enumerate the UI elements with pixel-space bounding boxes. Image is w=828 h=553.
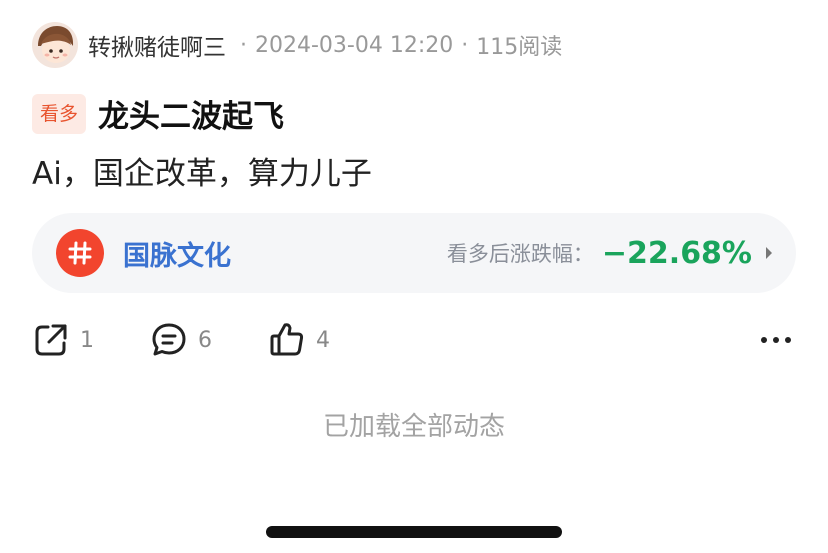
chevron-right-icon[interactable]: [764, 246, 774, 260]
avatar[interactable]: [32, 22, 78, 68]
home-indicator[interactable]: [266, 526, 562, 538]
share-count: 1: [80, 327, 94, 353]
hash-icon: [56, 229, 104, 277]
share-button[interactable]: 1: [32, 321, 94, 359]
all-loaded-text: 已加载全部动态: [322, 412, 505, 442]
like-count: 4: [316, 327, 330, 353]
comment-count: 6: [198, 327, 212, 353]
comment-button[interactable]: 6: [150, 321, 212, 359]
view-count: 115阅读: [476, 35, 563, 60]
thumbs-up-icon: [270, 323, 304, 356]
share-icon: [35, 324, 67, 356]
meta-separator: ·: [461, 32, 469, 58]
sentiment-badge: 看多: [32, 93, 87, 134]
post-date: 2024-03-04 12:20: [255, 32, 454, 58]
more-dots-icon: [761, 337, 791, 343]
change-label: 看多后涨跌幅：: [446, 242, 594, 266]
stock-change: 看多后涨跌幅： −22.68%: [447, 236, 774, 271]
meta-separator: ·: [240, 32, 247, 58]
author-name[interactable]: 转揪赌徒啊三: [88, 28, 226, 62]
post-header: 转揪赌徒啊三 · 2024-03-04 12:20 · 115阅读: [32, 22, 562, 68]
avatar-cartoon-icon: [32, 22, 78, 68]
more-options-button[interactable]: [760, 335, 792, 345]
change-value: −22.68%: [601, 235, 752, 271]
stock-card[interactable]: 国脉文化 看多后涨跌幅： −22.68%: [32, 213, 796, 293]
title-row: 看多 龙头二波起飞: [32, 91, 284, 136]
action-bar: 1 6 4: [32, 316, 796, 364]
comment-icon: [152, 323, 186, 356]
post-body: Ai，国企改革，算力儿子: [32, 156, 372, 192]
stock-name[interactable]: 国脉文化: [123, 234, 231, 273]
like-button[interactable]: 4: [268, 321, 330, 359]
post-meta: · 2024-03-04 12:20 · 115阅读: [232, 29, 562, 61]
post-title: 龙头二波起飞: [98, 99, 285, 135]
